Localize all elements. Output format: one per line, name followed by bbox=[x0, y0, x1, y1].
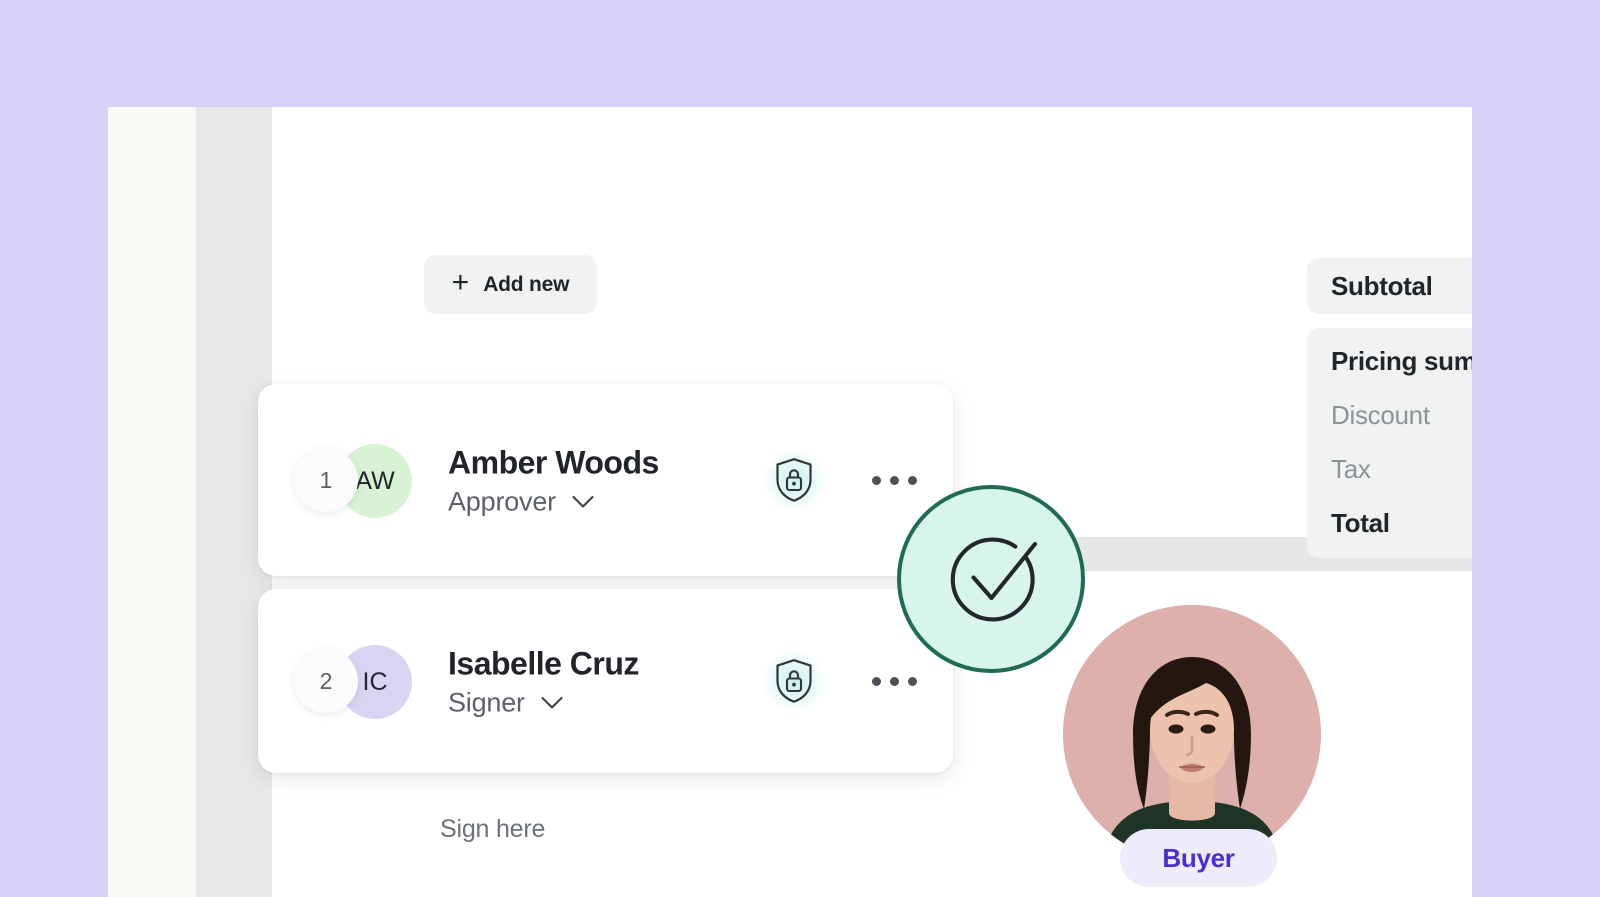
pricing-row-discount: Discount bbox=[1331, 400, 1430, 430]
pricing-row-total: Total bbox=[1331, 508, 1390, 538]
ellipsis-dot bbox=[889, 676, 899, 686]
recipient-text: Amber Woods Approver bbox=[448, 443, 659, 518]
shield-lock-glyph bbox=[776, 659, 812, 703]
recipient-name: Isabelle Cruz bbox=[448, 645, 639, 682]
recipient-card[interactable]: 1 AW Amber Woods Approver bbox=[258, 384, 953, 576]
avatar-portrait bbox=[1063, 605, 1321, 863]
user-photo-avatar bbox=[1063, 605, 1321, 863]
ellipsis-dot bbox=[871, 676, 881, 686]
chevron-down-icon bbox=[541, 696, 563, 709]
recipient-order-badge: 2 bbox=[294, 649, 358, 713]
recipient-role-dropdown[interactable]: Approver bbox=[448, 487, 659, 518]
buyer-pill-label: Buyer bbox=[1162, 842, 1235, 873]
check-circle-glyph bbox=[950, 537, 1038, 622]
recipient-role-label: Signer bbox=[448, 687, 525, 718]
add-new-button[interactable]: + Add new bbox=[424, 255, 597, 314]
recipient-order-badge: 1 bbox=[294, 448, 358, 512]
recipient-role-label: Approver bbox=[448, 486, 556, 517]
recipient-role-dropdown[interactable]: Signer bbox=[448, 688, 639, 719]
shield-lock-icon[interactable] bbox=[758, 444, 830, 516]
subtotal-row: Subtotal bbox=[1307, 258, 1472, 314]
subtotal-label: Subtotal bbox=[1331, 270, 1433, 301]
left-rail bbox=[108, 107, 196, 897]
shield-lock-icon[interactable] bbox=[758, 645, 830, 717]
shield-lock-glyph bbox=[776, 458, 812, 502]
recipient-text: Isabelle Cruz Signer bbox=[448, 644, 639, 719]
recipient-card[interactable]: 2 IC Isabelle Cruz Signer bbox=[258, 589, 953, 773]
avatar-group: 1 AW bbox=[294, 444, 434, 518]
ellipsis-dot bbox=[889, 475, 899, 485]
chevron-down-icon bbox=[572, 495, 594, 508]
ellipsis-icon[interactable] bbox=[858, 456, 930, 504]
ellipsis-dot bbox=[907, 676, 917, 686]
plus-icon: + bbox=[451, 266, 470, 299]
recipient-name: Amber Woods bbox=[448, 444, 659, 481]
pricing-summary-title: Pricing summary bbox=[1331, 346, 1472, 376]
sign-here-placeholder[interactable]: Sign here bbox=[440, 815, 545, 844]
avatar-group: 2 IC bbox=[294, 645, 434, 719]
app-window: + Add new 1 AW Amber Woods Approver 2 IC… bbox=[108, 107, 1472, 897]
check-circle-icon bbox=[897, 485, 1085, 673]
pricing-summary-block: Pricing summary Discount Tax Total bbox=[1307, 328, 1472, 558]
ellipsis-icon[interactable] bbox=[858, 657, 930, 705]
pricing-panel: Subtotal Pricing summary Discount Tax To… bbox=[1307, 258, 1472, 558]
ellipsis-dot bbox=[871, 475, 881, 485]
pricing-row-tax: Tax bbox=[1331, 454, 1371, 484]
add-new-label: Add new bbox=[483, 272, 570, 296]
buyer-role-pill: Buyer bbox=[1120, 829, 1277, 887]
ellipsis-dot bbox=[907, 475, 917, 485]
